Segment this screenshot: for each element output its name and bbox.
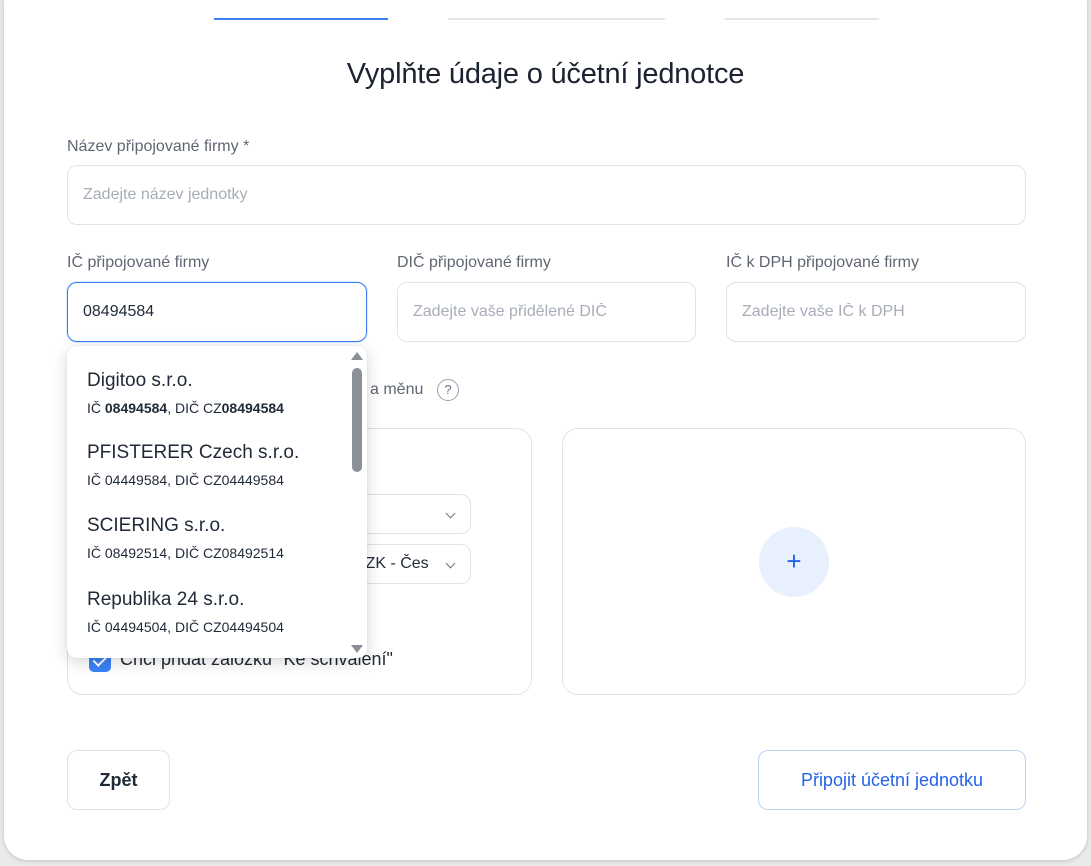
add-button[interactable]: +	[759, 527, 829, 597]
suggestion-ids: IČ 08492514, DIČ CZ08492514	[87, 545, 284, 561]
company-name-input[interactable]	[67, 165, 1026, 225]
ic-dph-label: IČ k DPH připojované firmy	[726, 254, 919, 271]
suggestion-item[interactable]: PFISTERER Czech s.r.o. IČ 04449584, DIČ …	[87, 442, 299, 488]
scroll-up-arrow-icon[interactable]	[351, 352, 363, 360]
stepper-step-3	[725, 18, 879, 20]
suggestion-name: SCIERING s.r.o.	[87, 515, 226, 536]
suggestion-item[interactable]: Digitoo s.r.o. IČ 08494584, DIČ CZ084945…	[87, 370, 284, 416]
stepper-step-2	[448, 18, 665, 20]
company-name-label: Název připojované firmy *	[67, 138, 250, 155]
back-button[interactable]: Zpět	[67, 750, 170, 810]
suggestion-name: Digitoo s.r.o.	[87, 370, 193, 391]
chevron-down-icon	[445, 508, 456, 519]
suggestion-item[interactable]: SCIERING s.r.o. IČ 08492514, DIČ CZ08492…	[87, 515, 284, 561]
suggestion-ids: IČ 04449584, DIČ CZ04449584	[87, 472, 284, 488]
ic-input[interactable]	[67, 282, 367, 342]
ic-dph-input[interactable]	[726, 282, 1026, 342]
suggestion-item[interactable]: Republika 24 s.r.o. IČ 04494504, DIČ CZ0…	[87, 589, 284, 635]
chevron-down-icon	[445, 558, 456, 569]
suggestion-name: Republika 24 s.r.o.	[87, 589, 245, 610]
suggestion-ids: IČ 08494584, DIČ CZ08494584	[87, 400, 284, 416]
page-title: Vyplňte údaje o účetní jednotce	[346, 58, 745, 90]
dic-label: DIČ připojované firmy	[397, 254, 551, 271]
question-circle-icon[interactable]: ?	[437, 379, 459, 401]
currency-section-hint: a měnu	[370, 381, 424, 398]
company-suggestions-dropdown: Digitoo s.r.o. IČ 08494584, DIČ CZ084945…	[67, 346, 367, 658]
scroll-down-arrow-icon[interactable]	[351, 645, 363, 653]
scrollbar-thumb[interactable]	[352, 368, 362, 472]
suggestion-ids: IČ 04494504, DIČ CZ04494504	[87, 619, 284, 635]
suggestion-name: PFISTERER Czech s.r.o.	[87, 442, 300, 463]
dic-input[interactable]	[397, 282, 696, 342]
ic-label: IČ připojované firmy	[67, 254, 210, 271]
stepper-step-1-active	[214, 18, 388, 20]
connect-unit-button[interactable]: Připojit účetní jednotku	[758, 750, 1026, 810]
